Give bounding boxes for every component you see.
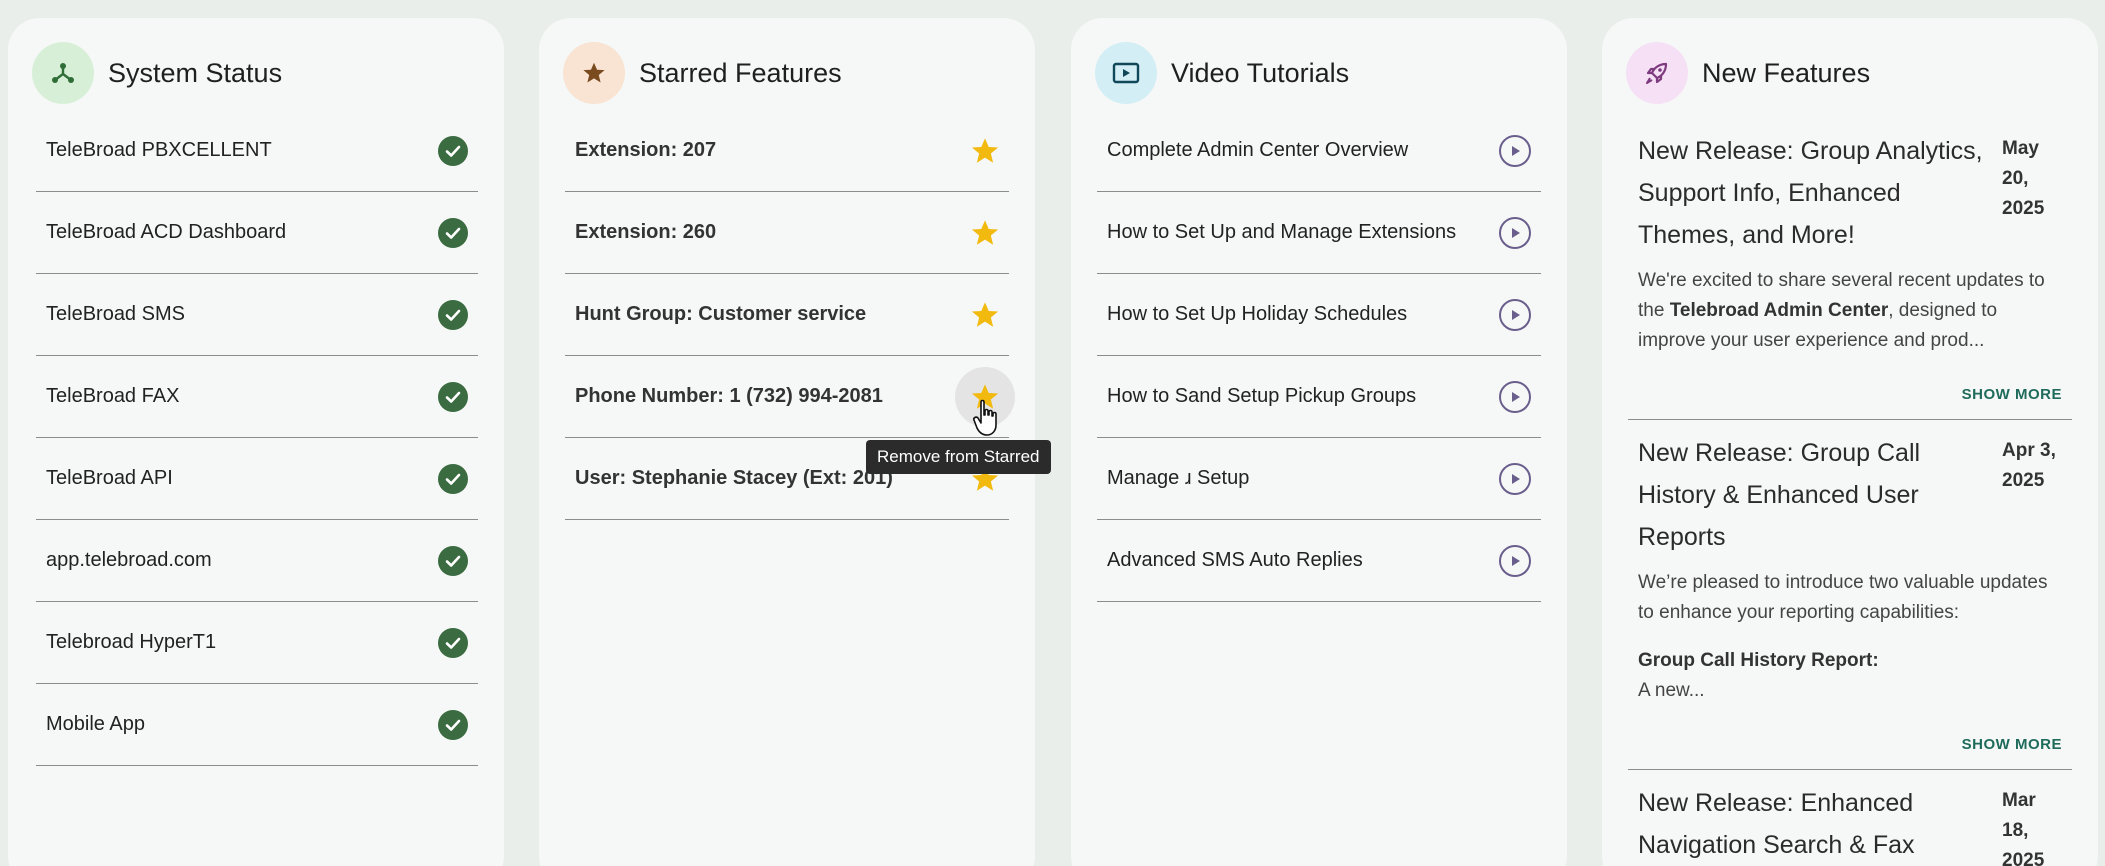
item-label: Extension: 207 xyxy=(575,139,717,161)
news-item: New Release: Group Analytics, Support In… xyxy=(1628,130,2072,420)
play-circle-icon[interactable] xyxy=(1499,298,1531,331)
item-label: Complete Admin Center Overview xyxy=(1107,139,1409,161)
show-more-button[interactable]: SHOW MORE xyxy=(1638,736,2062,769)
item-label: How to Set Up and Manage Extensions xyxy=(1107,221,1457,243)
list-item[interactable]: Phone Number: 1 (732) 994-2081 xyxy=(565,356,1015,438)
list-item[interactable]: TeleBroad API xyxy=(36,438,478,520)
news-title: New Release: Enhanced Navigation Search … xyxy=(1638,789,1915,859)
card-title: System Status xyxy=(108,57,283,88)
hand-cursor-icon xyxy=(973,399,997,436)
item-label: TeleBroad SMS xyxy=(46,303,185,325)
item-label: TeleBroad FAX xyxy=(46,385,180,407)
item-label: TeleBroad ACD Dashboard xyxy=(46,221,287,243)
star-icon xyxy=(563,42,625,104)
system-status-list: TeleBroad PBXCELLENT TeleBroad ACD Dashb… xyxy=(36,110,478,766)
item-label: TeleBroad API xyxy=(46,467,173,489)
star-icon xyxy=(971,137,999,163)
list-item[interactable]: How to Set Up Holiday Schedules xyxy=(1097,274,1541,356)
new-features-header: New Features xyxy=(1626,42,1870,104)
news-item: New Release: Enhanced Navigation Search … xyxy=(1628,770,2072,866)
new-features-card: New Features New Release: Group Analytic… xyxy=(1602,18,2098,866)
play-circle-icon[interactable] xyxy=(1499,216,1531,249)
card-title: Video Tutorials xyxy=(1171,57,1350,88)
star-toggle-button[interactable] xyxy=(955,285,1015,345)
list-item[interactable]: How to Set Up and Manage Extensions xyxy=(1097,192,1541,274)
list-item[interactable]: app.telebroad.com xyxy=(36,520,478,602)
list-item[interactable]: Complete Admin Center Overview xyxy=(1097,110,1541,192)
list-item[interactable]: Mobile App xyxy=(36,684,478,766)
star-icon xyxy=(971,219,999,245)
list-item[interactable]: TeleBroad PBXCELLENT xyxy=(36,110,478,192)
check-circle-icon xyxy=(438,709,468,740)
video-tutorials-card: Video Tutorials Complete Admin Center Ov… xyxy=(1071,18,1567,866)
item-label: Extension: 260 xyxy=(575,221,717,243)
news-title: New Release: Group Call History & Enhanc… xyxy=(1638,439,1921,551)
hub-icon xyxy=(32,42,94,104)
check-circle-icon xyxy=(438,627,468,658)
list-item[interactable]: Telebroad HyperT1 xyxy=(36,602,478,684)
check-circle-icon xyxy=(438,217,468,248)
news-date: Apr 3, 2025 xyxy=(2002,440,2056,491)
check-circle-icon xyxy=(438,545,468,576)
list-item[interactable]: How to Sand Setup Pickup Groups xyxy=(1097,356,1541,438)
star-icon xyxy=(971,301,999,327)
item-label: Manage ɹ Setup xyxy=(1107,467,1250,489)
list-item[interactable]: Extension: 207 xyxy=(565,110,1009,192)
star-toggle-button[interactable] xyxy=(955,203,1015,263)
check-circle-icon xyxy=(438,135,468,166)
new-features-list: New Release: Group Analytics, Support In… xyxy=(1628,136,2072,866)
news-date: Mar 18, 2025 xyxy=(2002,790,2045,866)
item-label: Telebroad HyperT1 xyxy=(46,631,217,653)
starred-features-header: Starred Features xyxy=(563,42,842,104)
news-body: We’re pleased to introduce two valuable … xyxy=(1638,572,2048,623)
video-tutorials-header: Video Tutorials xyxy=(1095,42,1349,104)
check-circle-icon xyxy=(438,299,468,330)
news-date: May 20, 2025 xyxy=(2002,138,2045,219)
play-circle-icon[interactable] xyxy=(1499,380,1531,413)
item-label: Phone Number: 1 (732) 994-2081 xyxy=(575,385,883,407)
item-label: How to Set Up Holiday Schedules xyxy=(1107,303,1408,325)
list-item[interactable]: Hunt Group: Customer service xyxy=(565,274,1009,356)
rocket-icon xyxy=(1626,42,1688,104)
news-subheading: Group Call History Report: xyxy=(1638,650,1879,671)
news-body: A new... xyxy=(1638,680,1705,701)
list-item[interactable]: Advanced SMS Auto Replies xyxy=(1097,520,1541,602)
list-item[interactable]: TeleBroad FAX xyxy=(36,356,478,438)
play-circle-icon[interactable] xyxy=(1499,134,1531,167)
item-label: How to Sand Setup Pickup Groups xyxy=(1107,385,1417,407)
video-tutorials-list: Complete Admin Center Overview How to Se… xyxy=(1097,110,1541,602)
check-circle-icon xyxy=(438,463,468,494)
remove-from-starred-tooltip: Remove from Starred xyxy=(866,440,1051,474)
list-item[interactable]: Manage ɹ Setup xyxy=(1097,438,1541,520)
news-title: New Release: Group Analytics, Support In… xyxy=(1638,137,1983,249)
item-label: TeleBroad PBXCELLENT xyxy=(46,139,272,161)
video-icon xyxy=(1095,42,1157,104)
card-title: New Features xyxy=(1702,57,1871,88)
system-status-card: System Status TeleBroad PBXCELLENT TeleB… xyxy=(8,18,504,866)
item-label: User: Stephanie Stacey (Ext: 201) xyxy=(575,467,893,489)
item-label: Mobile App xyxy=(46,713,145,735)
news-body: We're excited to share several recent up… xyxy=(1638,270,2045,351)
system-status-header: System Status xyxy=(32,42,282,104)
news-item: New Release: Group Call History & Enhanc… xyxy=(1628,420,2072,770)
star-toggle-button[interactable] xyxy=(955,121,1015,181)
play-circle-icon[interactable] xyxy=(1499,544,1531,577)
item-label: Hunt Group: Customer service xyxy=(575,303,867,325)
item-label: Advanced SMS Auto Replies xyxy=(1107,549,1363,571)
show-more-button[interactable]: SHOW MORE xyxy=(1638,386,2062,419)
check-circle-icon xyxy=(438,381,468,412)
list-item[interactable]: Extension: 260 xyxy=(565,192,1009,274)
list-item[interactable]: TeleBroad ACD Dashboard xyxy=(36,192,478,274)
item-label: app.telebroad.com xyxy=(46,549,212,571)
card-title: Starred Features xyxy=(639,57,842,88)
play-circle-icon[interactable] xyxy=(1499,462,1531,495)
list-item[interactable]: TeleBroad SMS xyxy=(36,274,478,356)
